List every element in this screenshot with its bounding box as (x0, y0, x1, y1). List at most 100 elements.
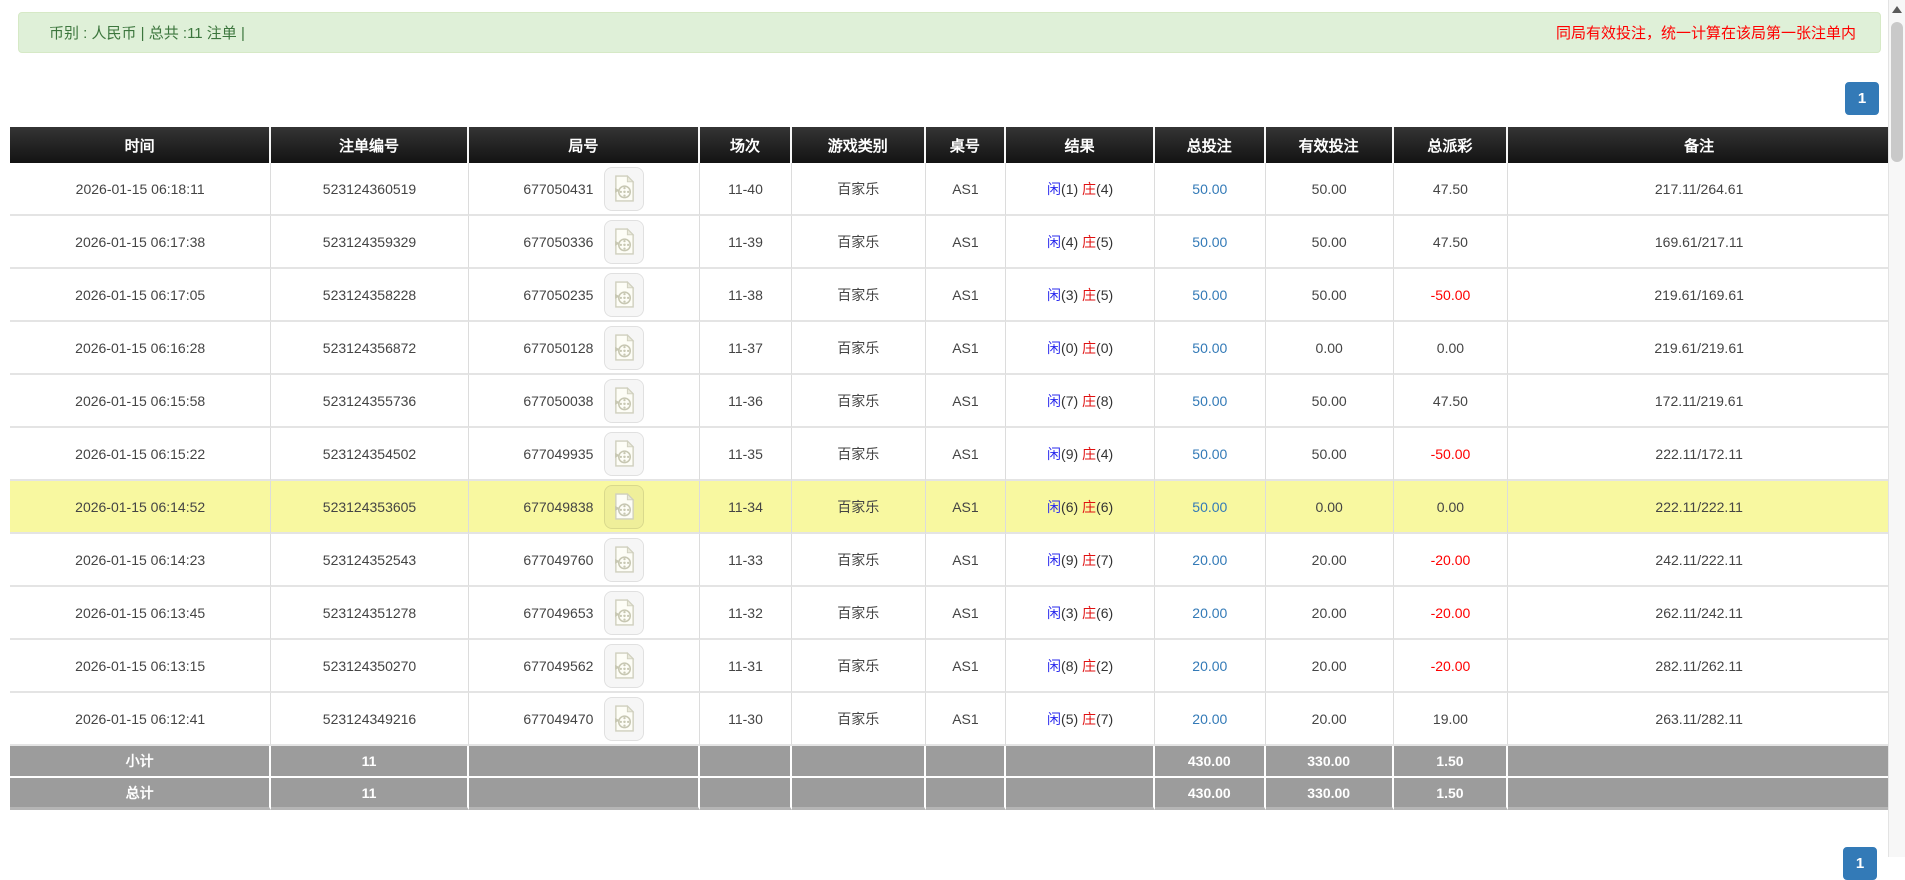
table-no-value: AS1 (952, 710, 979, 727)
cell-remark: 222.11/222.11 (1508, 481, 1890, 534)
game-type-value: 百家乐 (837, 339, 880, 356)
banker-score: (5) (1096, 233, 1114, 250)
bet-id-value: 523124359329 (322, 233, 417, 250)
cell-payout: 47.50 (1393, 216, 1509, 269)
player-score: (9) (1061, 551, 1079, 568)
video-replay-button[interactable] (604, 378, 645, 423)
payout-value: -20.00 (1430, 657, 1471, 674)
col-header-result: 结果 (1006, 127, 1155, 163)
total-bet-link[interactable]: 20.00 (1192, 658, 1227, 674)
total-bet-link[interactable]: 20.00 (1192, 711, 1227, 727)
cell-time: 2026-01-15 06:14:23 (10, 534, 272, 587)
cell-time: 2026-01-15 06:15:22 (10, 428, 272, 481)
banker-label: 庄 (1082, 180, 1097, 197)
video-record-icon (614, 440, 635, 467)
bet-id-value: 523124353605 (322, 498, 417, 515)
cell-result: 闲(9) 庄(4) (1006, 428, 1155, 481)
valid-bet-value: 20.00 (1311, 551, 1347, 568)
video-replay-button[interactable] (604, 590, 645, 635)
time-value: 2026-01-15 06:12:41 (75, 710, 206, 727)
cell-valid-bet: 50.00 (1265, 269, 1394, 322)
player-score: (3) (1061, 604, 1079, 621)
table-no-value: AS1 (952, 604, 979, 621)
video-replay-button[interactable] (604, 431, 645, 476)
cell-round-no: 677049935 (468, 428, 700, 481)
bet-records-table-wrap: 时间 注单编号 局号 场次 游戏类别 桌号 结果 总投注 有效投注 总派彩 备注 2026-01-1… (10, 127, 1890, 810)
table-header-row: 时间 注单编号 局号 场次 游戏类别 桌号 结果 总投注 有效投注 总派彩 备注 (10, 127, 1890, 163)
session-value: 11-32 (728, 604, 763, 621)
time-value: 2026-01-15 06:13:45 (75, 604, 206, 621)
total-bet-link[interactable]: 50.00 (1192, 499, 1227, 515)
video-replay-button[interactable] (604, 272, 645, 317)
video-record-icon (614, 228, 635, 255)
vertical-scrollbar[interactable] (1888, 0, 1905, 857)
cell-result: 闲(4) 庄(5) (1006, 216, 1155, 269)
total-bet-link[interactable]: 50.00 (1192, 287, 1227, 303)
bet-id-value: 523124354502 (322, 445, 417, 462)
cell-total-bet: 50.00 (1154, 481, 1266, 534)
video-replay-button[interactable] (604, 643, 645, 688)
total-bet-link[interactable]: 50.00 (1192, 234, 1227, 250)
video-record-icon (614, 281, 635, 308)
video-replay-button[interactable] (604, 537, 645, 582)
col-header-time: 时间 (10, 127, 272, 163)
scrollbar-thumb[interactable] (1891, 22, 1903, 162)
banker-label: 庄 (1082, 286, 1097, 303)
col-header-session: 场次 (699, 127, 793, 163)
player-label: 闲 (1047, 286, 1062, 303)
payout-value: 0.00 (1436, 498, 1465, 515)
cell-valid-bet: 20.00 (1265, 640, 1394, 693)
player-label: 闲 (1047, 180, 1062, 197)
cell-bet-id: 523124353605 (271, 481, 469, 534)
table-no-value: AS1 (952, 339, 979, 356)
cell-game-type: 百家乐 (792, 375, 926, 428)
pagination-bottom-page-1[interactable]: 1 (1843, 847, 1877, 880)
cell-result: 闲(6) 庄(6) (1006, 481, 1155, 534)
player-label: 闲 (1047, 339, 1062, 356)
pagination-top-page-1[interactable]: 1 (1845, 82, 1879, 115)
scrollbar-up-arrow-icon[interactable] (1892, 6, 1902, 13)
cell-table-no: AS1 (925, 269, 1007, 322)
video-replay-button[interactable] (604, 484, 645, 529)
table-no-value: AS1 (952, 445, 979, 462)
cell-remark: 219.61/219.61 (1508, 322, 1890, 375)
video-replay-button[interactable] (604, 166, 645, 211)
payout-value: -50.00 (1430, 286, 1471, 303)
cell-payout: -20.00 (1393, 534, 1509, 587)
cell-total-bet: 20.00 (1154, 587, 1266, 640)
total-bet-link[interactable]: 50.00 (1192, 340, 1227, 356)
cell-table-no: AS1 (925, 428, 1007, 481)
table-no-value: AS1 (952, 657, 979, 674)
cell-session: 11-34 (699, 481, 793, 534)
cell-payout: -50.00 (1393, 428, 1509, 481)
cell-summary-count: 11 (271, 778, 469, 810)
total-bet-link[interactable]: 20.00 (1192, 605, 1227, 621)
cell-total-bet: 50.00 (1154, 163, 1266, 216)
subtotal-row: 小计 11 430.00 330.00 1.50 (10, 746, 1890, 778)
cell-empty (1508, 778, 1890, 810)
total-bet-link[interactable]: 50.00 (1192, 181, 1227, 197)
total-bet-link[interactable]: 50.00 (1192, 393, 1227, 409)
session-value: 11-30 (728, 710, 763, 727)
game-type-value: 百家乐 (837, 604, 880, 621)
video-replay-button[interactable] (604, 219, 645, 264)
banker-label: 庄 (1082, 551, 1097, 568)
cell-table-no: AS1 (925, 163, 1007, 216)
round-no-value: 677049935 (523, 445, 594, 462)
cell-round-no: 677049653 (468, 587, 700, 640)
video-replay-button[interactable] (604, 696, 645, 741)
cell-summary-count: 11 (271, 746, 469, 778)
player-label: 闲 (1047, 657, 1062, 674)
valid-bet-value: 20.00 (1311, 657, 1347, 674)
video-record-icon (614, 387, 635, 414)
player-label: 闲 (1047, 710, 1062, 727)
video-replay-button[interactable] (604, 325, 645, 370)
banker-score: (6) (1096, 498, 1114, 515)
total-bet-link[interactable]: 50.00 (1192, 446, 1227, 462)
total-bet-link[interactable]: 20.00 (1192, 552, 1227, 568)
round-no-value: 677050128 (523, 339, 594, 356)
player-label: 闲 (1047, 392, 1062, 409)
time-value: 2026-01-15 06:15:58 (75, 392, 206, 409)
cell-summary-valid-bet-value: 330.00 (1307, 753, 1351, 769)
cell-time: 2026-01-15 06:16:28 (10, 322, 272, 375)
